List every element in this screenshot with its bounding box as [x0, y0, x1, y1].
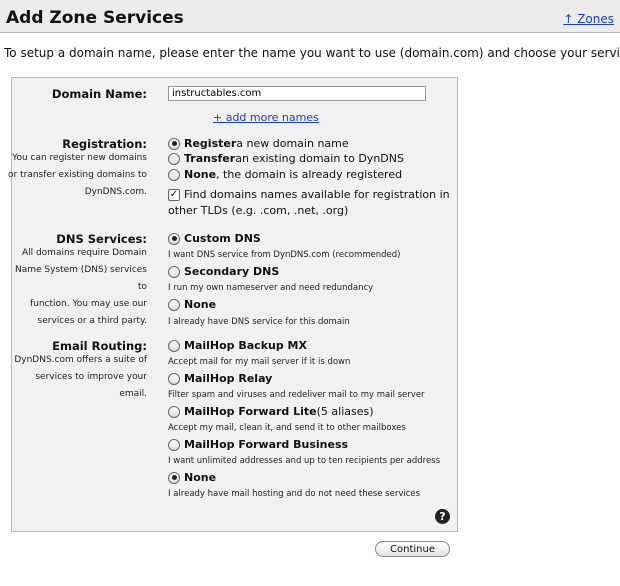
- email-routing-label: Email Routing:: [52, 339, 147, 353]
- domain-name-label: Domain Name:: [51, 87, 147, 101]
- backup-mx-subtext: Accept mail for my mail server if it is …: [168, 357, 351, 367]
- forward-business-radio[interactable]: [168, 438, 180, 451]
- dns-custom-option[interactable]: Custom DNS: [168, 232, 261, 245]
- registration-transfer-option[interactable]: Transfer an existing domain to DynDNS: [168, 152, 404, 165]
- register-radio[interactable]: [168, 137, 180, 150]
- dns-none-radio[interactable]: [168, 298, 180, 311]
- registration-label: Registration:: [62, 137, 147, 151]
- custom-dns-subtext: I want DNS service from DynDNS.com (reco…: [168, 250, 401, 260]
- dns-secondary-option[interactable]: Secondary DNS: [168, 265, 279, 278]
- intro-text: To setup a domain name, please enter the…: [4, 46, 620, 60]
- relay-subtext: Filter spam and viruses and redeliver ma…: [168, 390, 425, 400]
- add-more-names-link[interactable]: + add more names: [213, 111, 319, 124]
- email-forward-business-option[interactable]: MailHop Forward Business: [168, 438, 348, 451]
- email-relay-option[interactable]: MailHop Relay: [168, 372, 272, 385]
- backup-mx-radio[interactable]: [168, 339, 180, 352]
- forward-business-subtext: I want unlimited addresses and up to ten…: [168, 456, 441, 466]
- dns-services-label: DNS Services:: [56, 232, 147, 246]
- secondary-dns-radio[interactable]: [168, 265, 180, 278]
- email-none-radio[interactable]: [168, 471, 180, 484]
- dns-none-subtext: I already have DNS service for this doma…: [168, 317, 350, 327]
- custom-dns-radio[interactable]: [168, 232, 180, 245]
- dns-none-option[interactable]: None: [168, 298, 216, 311]
- forward-lite-subtext: Accept my mail, clean it, and send it to…: [168, 423, 406, 433]
- registration-register-option[interactable]: Register a new domain name: [168, 137, 349, 150]
- domain-name-input[interactable]: [168, 86, 426, 101]
- secondary-dns-subtext: I run my own nameserver and need redunda…: [168, 283, 374, 293]
- email-routing-description: DynDNS.com offers a suite of services to…: [14, 355, 147, 399]
- registration-description: You can register new domains or transfer…: [8, 153, 147, 197]
- find-tlds-text-line2: other TLDs (e.g. .com, .net, .org): [168, 204, 349, 217]
- zones-link[interactable]: ↑ Zones: [563, 12, 614, 26]
- transfer-radio[interactable]: [168, 152, 180, 165]
- find-tlds-checkbox[interactable]: ✓: [168, 188, 180, 201]
- page-header: Add Zone Services ↑ Zones: [0, 0, 620, 33]
- email-forward-lite-option[interactable]: MailHop Forward Lite (5 aliases): [168, 405, 374, 418]
- help-icon[interactable]: ?: [435, 509, 450, 524]
- continue-button[interactable]: Continue: [375, 541, 450, 557]
- page-title: Add Zone Services: [6, 8, 184, 28]
- relay-radio[interactable]: [168, 372, 180, 385]
- email-backup-mx-option[interactable]: MailHop Backup MX: [168, 339, 307, 352]
- zone-services-form: Domain Name: + add more names Registrati…: [8, 77, 458, 532]
- dns-services-description: All domains require Domain Name System (…: [14, 248, 147, 326]
- find-other-tlds-option[interactable]: ✓ Find domains names available for regis…: [168, 188, 450, 201]
- forward-lite-radio[interactable]: [168, 405, 180, 418]
- registration-none-radio[interactable]: [168, 168, 180, 181]
- email-none-subtext: I already have mail hosting and do not n…: [168, 489, 421, 499]
- email-none-option[interactable]: None: [168, 471, 216, 484]
- registration-none-option[interactable]: None, the domain is already registered: [168, 168, 402, 181]
